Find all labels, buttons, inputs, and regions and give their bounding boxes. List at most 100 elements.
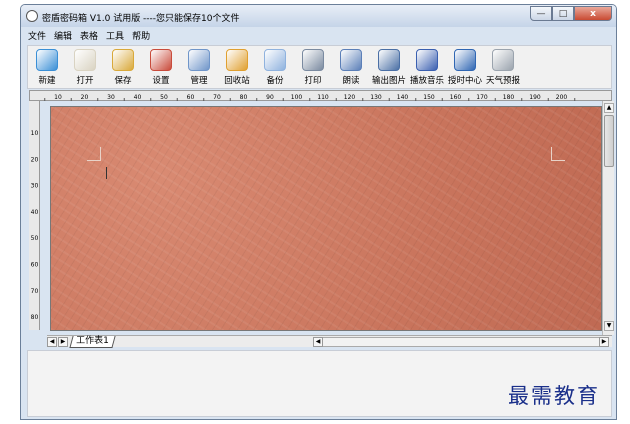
read-aloud-icon <box>340 49 362 71</box>
crop-mark-top-left <box>87 147 101 161</box>
toolbar-button-music[interactable]: 播放音乐 <box>408 46 446 88</box>
tab-prev-icon[interactable]: ◀ <box>47 337 57 347</box>
toolbar-button-label: 打印 <box>304 76 322 86</box>
toolbar-button-new[interactable]: 新建 <box>28 46 66 88</box>
toolbar-button-open-book[interactable]: 打开 <box>66 46 104 88</box>
vertical-ruler: 10 20 30 40 50 60 70 80 <box>29 101 40 330</box>
ruler-label: 10 <box>54 94 62 101</box>
horizontal-scrollbar[interactable]: ◀ ▶ <box>313 337 609 347</box>
ruler-label: 130 <box>370 94 382 101</box>
ruler-label: 40 <box>31 209 39 216</box>
toolbar-button-magnifier[interactable]: 授时中心 <box>446 46 484 88</box>
toolbar-button-printer[interactable]: 打印 <box>294 46 332 88</box>
menu-help[interactable]: 帮助 <box>131 29 151 43</box>
toolbar-button-label: 保存 <box>114 76 132 86</box>
toolbar-button-label: 设置 <box>152 76 170 86</box>
sheet-tab-bar: ◀ ▶ 工作表1 ◀ ▶ <box>47 335 612 348</box>
vertical-scrollbar[interactable]: ▲ ▼ <box>602 101 614 335</box>
menu-file[interactable]: 文件 <box>27 29 47 43</box>
music-icon <box>416 49 438 71</box>
ruler-label: 120 <box>344 94 356 101</box>
ruler-label: 110 <box>317 94 329 101</box>
ruler-label: 50 <box>160 94 168 101</box>
backup-icon <box>264 49 286 71</box>
printer-icon <box>302 49 324 71</box>
ruler-label: 150 <box>423 94 435 101</box>
ruler-label: 50 <box>31 235 39 242</box>
toolbar-button-label: 天气预报 <box>485 76 520 86</box>
toolbar-button-label: 播放音乐 <box>409 76 444 86</box>
toolbar-button-export-image[interactable]: 输出图片 <box>370 46 408 88</box>
toolbar-button-label: 新建 <box>38 76 56 86</box>
app-window: 密盾密码箱 V1.0 试用版 ----您只能保存10个文件 — □ x 文件 编… <box>20 4 617 420</box>
open-book-icon <box>74 49 96 71</box>
ruler-label: 40 <box>134 94 142 101</box>
window-controls: — □ x <box>530 6 612 21</box>
scroll-right-arrow-icon[interactable]: ▶ <box>599 337 609 347</box>
horizontal-ruler: 10 20 30 40 50 60 70 80 90 100 110 120 130 140 150 160 1… <box>29 90 612 101</box>
crop-mark-top-right <box>551 147 565 161</box>
title-bar[interactable]: 密盾密码箱 V1.0 试用版 ----您只能保存10个文件 — □ x <box>21 5 616 27</box>
app-icon <box>26 10 38 22</box>
toolbar-button-read-aloud[interactable]: 朗读 <box>332 46 370 88</box>
weather-icon <box>492 49 514 71</box>
ruler-label: 200 <box>556 94 568 101</box>
ruler-label: 70 <box>31 288 39 295</box>
ruler-label: 20 <box>81 94 89 101</box>
maximize-button[interactable]: □ <box>552 6 574 21</box>
toolbar-button-label: 备份 <box>266 76 284 86</box>
ruler-label: 30 <box>107 94 115 101</box>
ruler-label: 10 <box>31 130 39 137</box>
toolbar-button-label: 打开 <box>76 76 94 86</box>
ruler-label: 30 <box>31 183 39 190</box>
magnifier-icon <box>454 49 476 71</box>
toolbar-button-weather[interactable]: 天气预报 <box>484 46 522 88</box>
toolbar-button-settings-pin[interactable]: 设置 <box>142 46 180 88</box>
ruler-label: 160 <box>450 94 462 101</box>
menu-table[interactable]: 表格 <box>79 29 99 43</box>
export-image-icon <box>378 49 400 71</box>
window-title: 密盾密码箱 V1.0 试用版 ----您只能保存10个文件 <box>42 14 240 24</box>
toolbar-button-label: 输出图片 <box>371 76 406 86</box>
vertical-scroll-thumb[interactable] <box>604 115 614 167</box>
toolbar-button-label: 回收站 <box>224 76 250 86</box>
ruler-label: 140 <box>397 94 409 101</box>
text-cursor <box>106 167 107 179</box>
manage-icon <box>188 49 210 71</box>
toolbar-button-label: 朗读 <box>342 76 360 86</box>
scroll-up-arrow-icon[interactable]: ▲ <box>604 103 614 113</box>
ruler-label: 100 <box>291 94 303 101</box>
sheet-tab[interactable]: 工作表1 <box>69 336 116 348</box>
toolbar-button-backup[interactable]: 备份 <box>256 46 294 88</box>
canvas-area[interactable] <box>50 106 602 331</box>
recycle-bin-icon <box>226 49 248 71</box>
scroll-left-arrow-icon[interactable]: ◀ <box>313 337 323 347</box>
toolbar-button-recycle-bin[interactable]: 回收站 <box>218 46 256 88</box>
toolbar-button-label: 管理 <box>190 76 208 86</box>
watermark-text: 最需教育 <box>508 384 600 408</box>
ruler-label: 180 <box>503 94 515 101</box>
toolbar-button-save[interactable]: 保存 <box>104 46 142 88</box>
menu-edit[interactable]: 编辑 <box>53 29 73 43</box>
ruler-label: 70 <box>213 94 221 101</box>
menu-tools[interactable]: 工具 <box>105 29 125 43</box>
settings-pin-icon <box>150 49 172 71</box>
new-icon <box>36 49 58 71</box>
ruler-label: 20 <box>31 156 39 163</box>
save-icon <box>112 49 134 71</box>
toolbar: 新建 打开 保存 设置 管理 回收站 备份 打印 朗读 输出图片 播放音乐 授时中心 天气预报 <box>27 45 612 89</box>
sheet-tab-label: 工作表1 <box>76 336 109 346</box>
ruler-label: 190 <box>529 94 541 101</box>
close-button[interactable]: x <box>574 6 612 21</box>
ruler-label: 60 <box>31 262 39 269</box>
ruler-label: 170 <box>476 94 488 101</box>
scroll-down-arrow-icon[interactable]: ▼ <box>604 321 614 331</box>
tab-next-icon[interactable]: ▶ <box>58 337 68 347</box>
menu-bar: 文件 编辑 表格 工具 帮助 <box>27 29 151 43</box>
toolbar-button-label: 授时中心 <box>447 76 482 86</box>
minimize-button[interactable]: — <box>530 6 552 21</box>
toolbar-button-manage[interactable]: 管理 <box>180 46 218 88</box>
ruler-label: 60 <box>187 94 195 101</box>
ruler-label: 80 <box>240 94 248 101</box>
ruler-label: 80 <box>31 314 39 321</box>
